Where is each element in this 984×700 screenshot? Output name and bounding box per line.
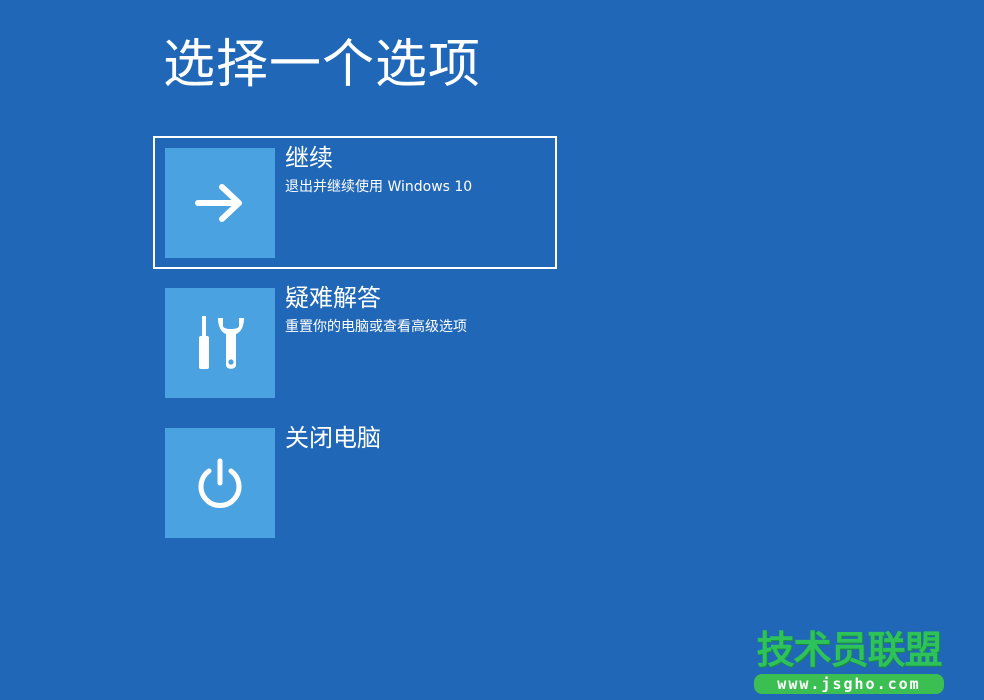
continue-tile bbox=[165, 148, 275, 258]
watermark-brand: 技术员联盟 bbox=[756, 628, 942, 672]
troubleshoot-description: 重置你的电脑或查看高级选项 bbox=[285, 319, 467, 335]
shutdown-option[interactable]: 关闭电脑 bbox=[153, 416, 557, 549]
continue-description: 退出并继续使用 Windows 10 bbox=[285, 179, 473, 195]
power-icon bbox=[198, 458, 242, 508]
watermark-url: www.jsgho.com bbox=[754, 674, 944, 694]
shutdown-title: 关闭电脑 bbox=[285, 424, 381, 452]
troubleshoot-title: 疑难解答 bbox=[285, 284, 381, 312]
arrow-right-icon bbox=[195, 184, 242, 222]
tools-icon bbox=[199, 316, 244, 369]
troubleshoot-tile bbox=[165, 288, 275, 398]
troubleshoot-option[interactable]: 疑难解答 重置你的电脑或查看高级选项 bbox=[153, 276, 557, 409]
shutdown-tile bbox=[165, 428, 275, 538]
site-watermark: 技术员联盟 www.jsgho.com bbox=[754, 628, 944, 694]
page-title: 选择一个选项 bbox=[163, 35, 482, 95]
continue-option[interactable]: 继续 退出并继续使用 Windows 10 bbox=[153, 136, 557, 269]
continue-title: 继续 bbox=[285, 144, 333, 172]
